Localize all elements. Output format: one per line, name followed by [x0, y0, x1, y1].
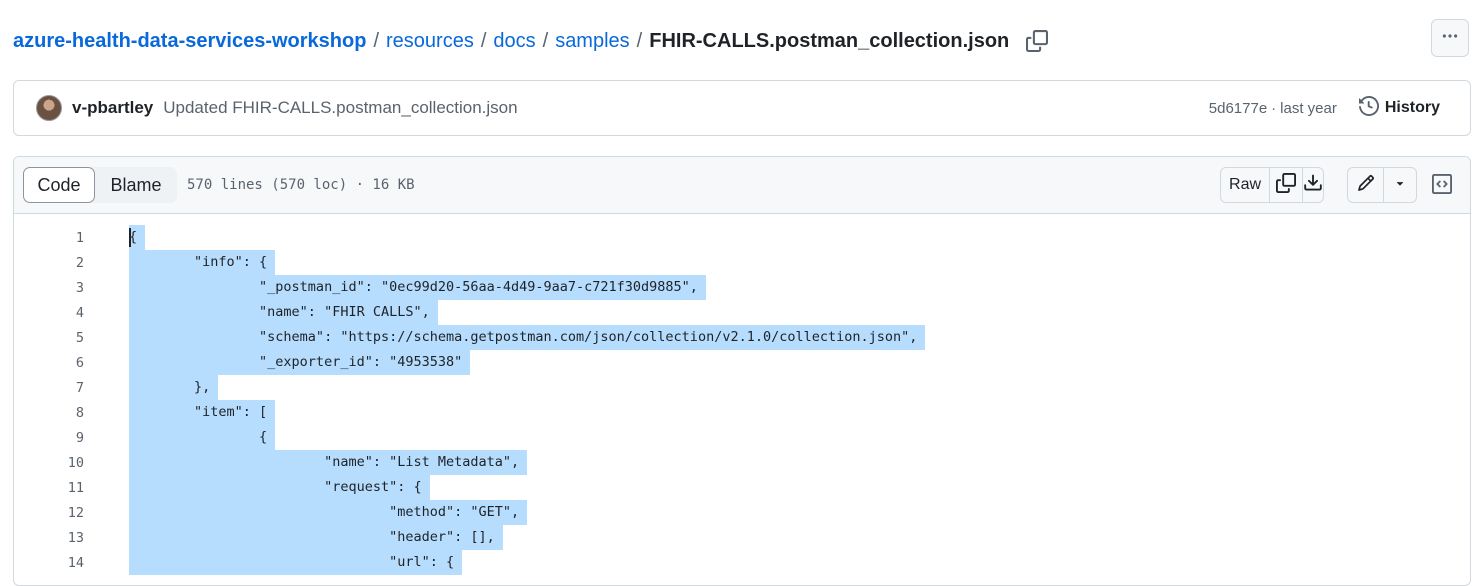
- line-number[interactable]: 9: [14, 430, 84, 446]
- line-number[interactable]: 12: [14, 505, 84, 521]
- code-line-text: "_exporter_id": "4953538": [129, 350, 471, 375]
- line-number[interactable]: 5: [14, 330, 84, 346]
- file-viewer: Code Blame 570 lines (570 loc) · 16 KB R…: [13, 156, 1471, 586]
- code-line: 14 "url": {: [14, 550, 1470, 575]
- code-view[interactable]: 1{2 "info": {3 "_postman_id": "0ec99d20-…: [14, 214, 1470, 575]
- text-cursor: [129, 228, 131, 247]
- breadcrumb-docs-link[interactable]: docs: [493, 30, 535, 53]
- download-icon: [1303, 173, 1323, 198]
- line-number[interactable]: 11: [14, 480, 84, 496]
- commit-time: last year: [1280, 99, 1337, 117]
- code-line-text: "_postman_id": "0ec99d20-56aa-4d49-9aa7-…: [129, 275, 706, 300]
- download-button[interactable]: [1303, 168, 1323, 202]
- file-actions-group: Raw: [1220, 167, 1324, 203]
- line-number[interactable]: 8: [14, 405, 84, 421]
- code-line-text: "info": {: [129, 250, 276, 275]
- commit-details: 5d6177e · last year History: [1209, 95, 1440, 121]
- code-line-text: "method": "GET",: [129, 500, 528, 525]
- more-options-button[interactable]: [1431, 19, 1469, 57]
- history-icon: [1358, 95, 1385, 121]
- raw-button[interactable]: Raw: [1221, 168, 1271, 202]
- breadcrumb-separator: /: [636, 29, 643, 52]
- breadcrumb-separator: /: [373, 29, 379, 52]
- latest-commit-bar: v-pbartley Updated FHIR-CALLS.postman_co…: [13, 80, 1471, 136]
- history-label: History: [1384, 99, 1440, 116]
- commit-separator: ·: [1271, 99, 1277, 117]
- code-line: 2 "info": {: [14, 250, 1470, 275]
- breadcrumb-separator: /: [542, 29, 549, 52]
- code-square-icon: [1432, 173, 1452, 199]
- code-line-text: "schema": "https://schema.getpostman.com…: [129, 325, 926, 350]
- code-line-text: {: [129, 425, 276, 450]
- file-meta: 570 lines (570 loc) · 16 KB: [187, 177, 415, 193]
- line-number[interactable]: 3: [14, 280, 84, 296]
- commit-message[interactable]: Updated FHIR-CALLS.postman_collection.js…: [163, 98, 517, 118]
- code-line: 13 "header": [],: [14, 525, 1470, 550]
- code-line-text: "request": {: [129, 475, 430, 500]
- breadcrumb-separator: /: [480, 29, 487, 52]
- code-line-text: },: [129, 375, 219, 400]
- line-number[interactable]: 6: [14, 355, 84, 371]
- code-line: 11 "request": {: [14, 475, 1470, 500]
- code-line-text: "header": [],: [129, 525, 503, 550]
- code-line-text: "url": {: [129, 550, 463, 575]
- code-line: 1{: [14, 225, 1470, 250]
- commit-author[interactable]: v-pbartley: [72, 98, 153, 118]
- line-number[interactable]: 7: [14, 380, 84, 396]
- commit-sha[interactable]: 5d6177e: [1209, 100, 1267, 117]
- edit-dropdown-button[interactable]: [1384, 168, 1416, 202]
- code-line-text: {: [129, 225, 146, 250]
- breadcrumb-resources-link[interactable]: resources: [386, 30, 474, 53]
- tab-blame[interactable]: Blame: [95, 167, 177, 203]
- code-line: 10 "name": "List Metadata",: [14, 450, 1470, 475]
- code-line: 4 "name": "FHIR CALLS",: [14, 300, 1470, 325]
- code-line-text: "item": [: [129, 400, 276, 425]
- code-line-text: "name": "FHIR CALLS",: [129, 300, 438, 325]
- symbols-panel-button[interactable]: [1429, 173, 1455, 199]
- code-line: 5 "schema": "https://schema.getpostman.c…: [14, 325, 1470, 350]
- triangle-down-icon: [1393, 176, 1407, 195]
- code-line: 7 },: [14, 375, 1470, 400]
- view-mode-toggle: Code Blame: [23, 167, 177, 203]
- edit-button[interactable]: [1348, 168, 1385, 202]
- copy-icon[interactable]: [1026, 30, 1049, 52]
- code-line: 8 "item": [: [14, 400, 1470, 425]
- code-line: 12 "method": "GET",: [14, 500, 1470, 525]
- avatar[interactable]: [36, 95, 62, 121]
- edit-actions-group: [1347, 167, 1417, 203]
- code-line: 6 "_exporter_id": "4953538": [14, 350, 1470, 375]
- line-number[interactable]: 14: [14, 555, 84, 571]
- breadcrumb: azure-health-data-services-workshop / re…: [13, 26, 1049, 56]
- kebab-horizontal-icon: [1441, 27, 1459, 50]
- tab-code[interactable]: Code: [23, 167, 95, 203]
- breadcrumb-file-name: FHIR-CALLS.postman_collection.json: [649, 29, 1010, 52]
- file-header: Code Blame 570 lines (570 loc) · 16 KB R…: [14, 157, 1470, 214]
- breadcrumb-samples-link[interactable]: samples: [555, 30, 629, 53]
- line-number[interactable]: 10: [14, 455, 84, 471]
- line-number[interactable]: 2: [14, 255, 84, 271]
- line-number[interactable]: 4: [14, 305, 84, 321]
- line-number[interactable]: 1: [14, 230, 84, 246]
- breadcrumb-repo-link[interactable]: azure-health-data-services-workshop: [13, 30, 366, 53]
- line-number[interactable]: 13: [14, 530, 84, 546]
- copy-icon: [1275, 172, 1296, 198]
- code-line: 9 {: [14, 425, 1470, 450]
- copy-raw-button[interactable]: [1270, 168, 1303, 202]
- history-button[interactable]: History: [1358, 95, 1440, 121]
- code-line-text: "name": "List Metadata",: [129, 450, 528, 475]
- pencil-icon: [1357, 174, 1375, 197]
- code-line: 3 "_postman_id": "0ec99d20-56aa-4d49-9aa…: [14, 275, 1470, 300]
